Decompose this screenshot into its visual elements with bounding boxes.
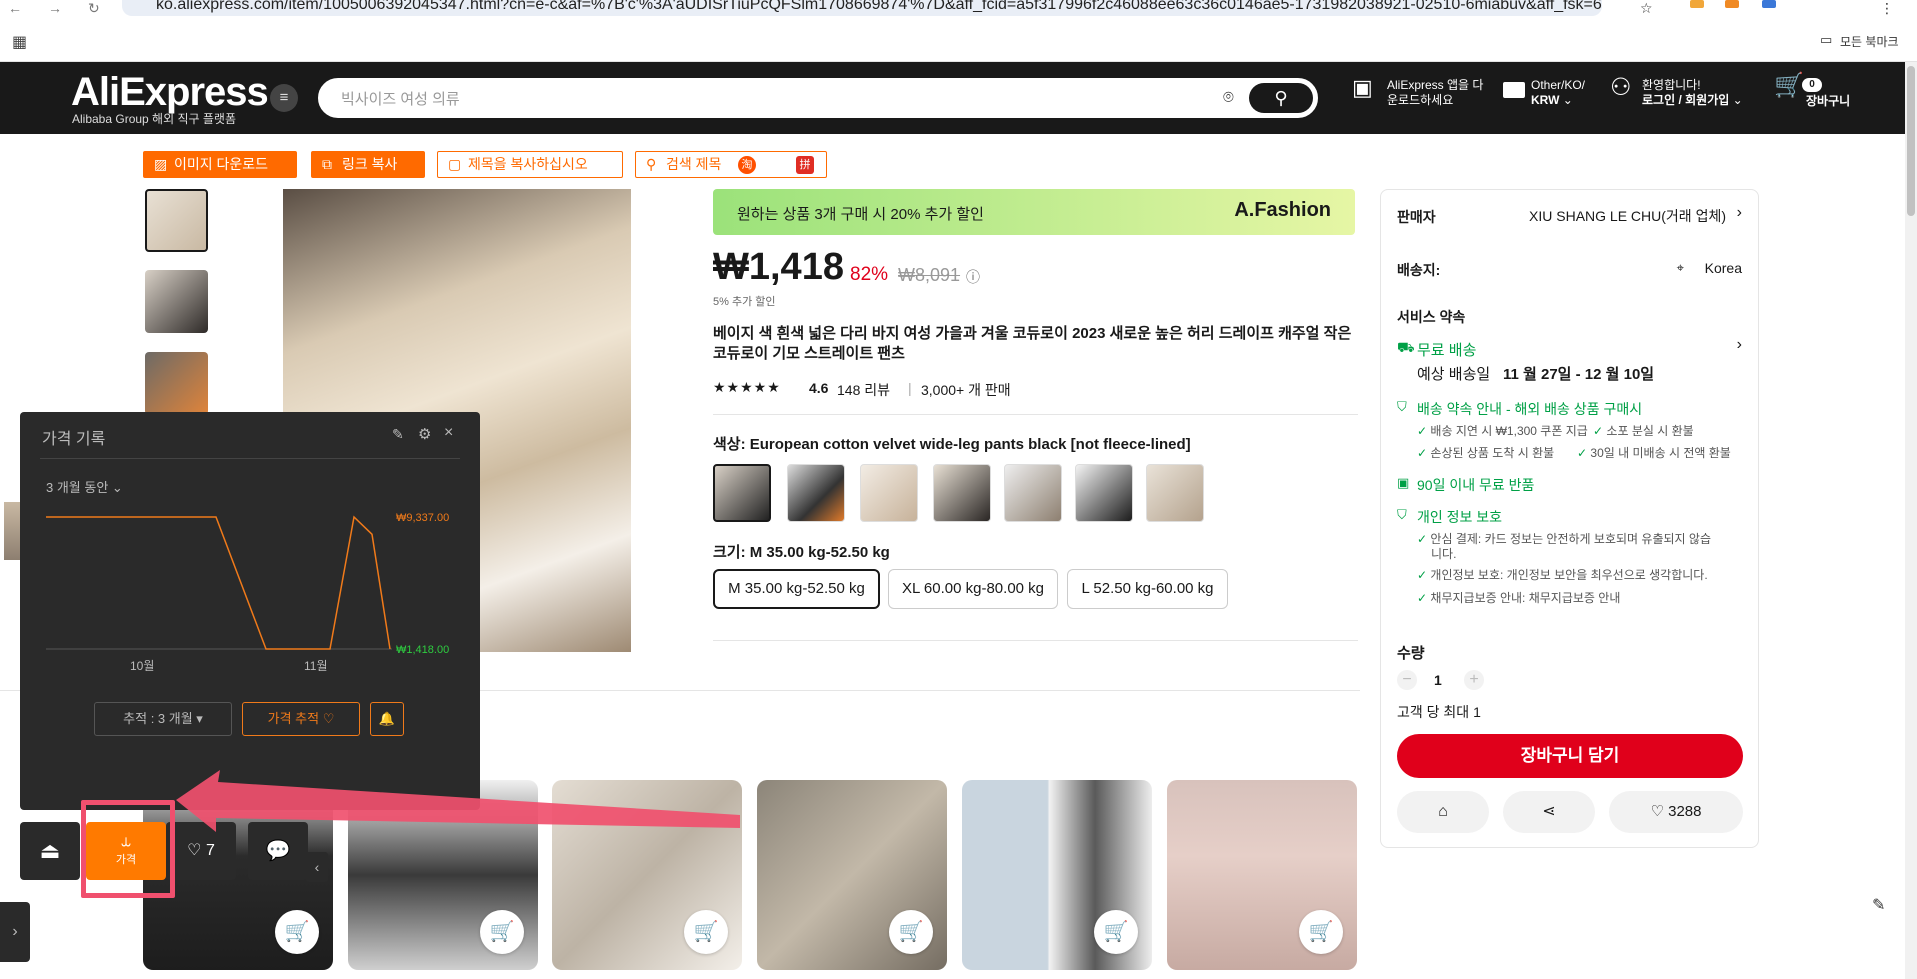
annotation-arrow-shape bbox=[176, 770, 740, 832]
pen-icon[interactable]: ✎ bbox=[1872, 895, 1885, 915]
annotation-arrow bbox=[176, 770, 740, 832]
